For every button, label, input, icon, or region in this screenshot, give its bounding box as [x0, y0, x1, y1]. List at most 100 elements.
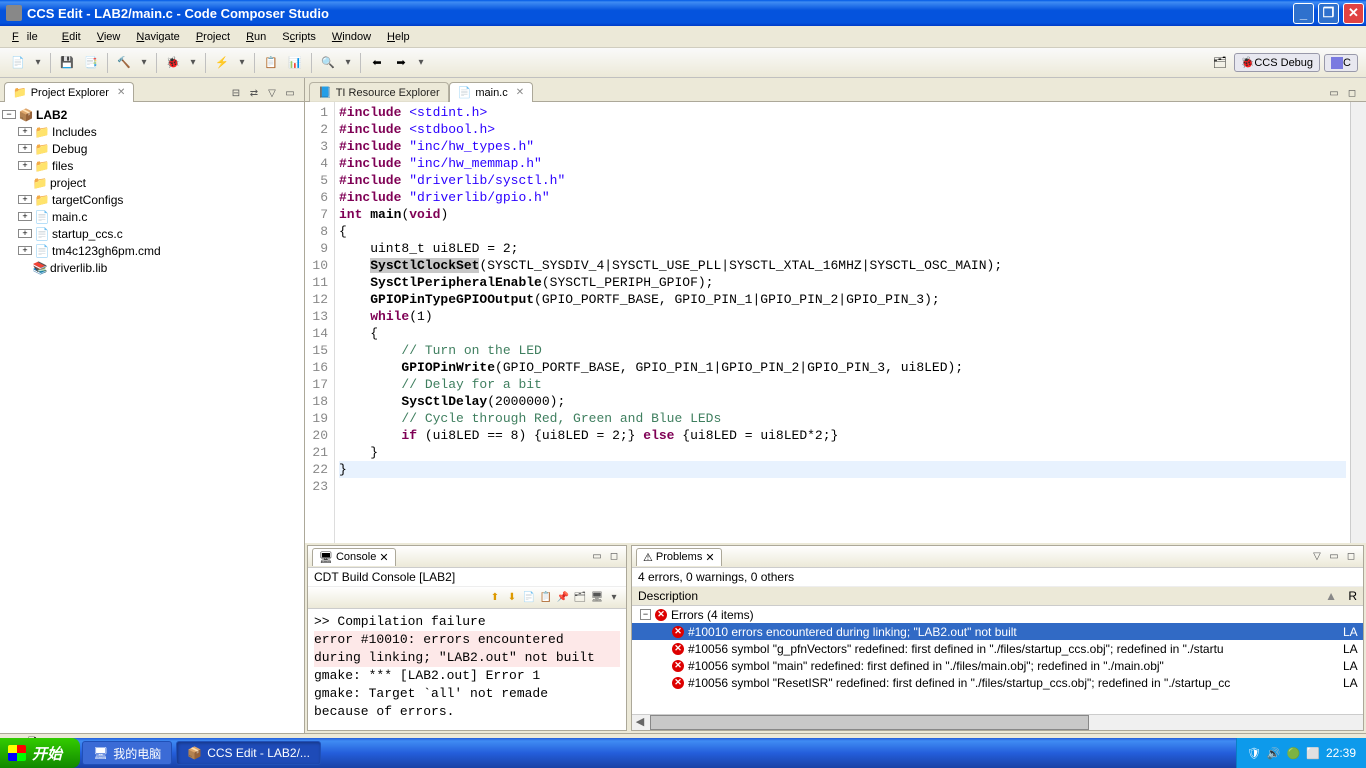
- expand-icon[interactable]: +: [18, 195, 32, 204]
- perspective-open-button[interactable]: 🗂: [1209, 52, 1231, 74]
- minimize-icon[interactable]: ▭: [589, 549, 605, 565]
- console-tab[interactable]: 🖥 Console ✕: [312, 548, 396, 566]
- tree-node[interactable]: 📚driverlib.lib: [2, 259, 302, 276]
- minimize-button[interactable]: _: [1293, 3, 1314, 24]
- tree-node[interactable]: +📁targetConfigs: [2, 191, 302, 208]
- project-tree[interactable]: − 📦 LAB2 +📁Includes+📁Debug+📁files📁projec…: [0, 102, 304, 733]
- close-icon[interactable]: ✕: [516, 87, 524, 98]
- horizontal-scrollbar[interactable]: ◀: [632, 714, 1363, 730]
- menu-window[interactable]: Window: [324, 29, 379, 45]
- close-icon[interactable]: ✕: [379, 551, 388, 564]
- taskbar-item-mycomputer[interactable]: 🖥 我的电脑: [82, 741, 172, 765]
- debug-button[interactable]: 🐞: [162, 52, 184, 74]
- expand-icon[interactable]: +: [18, 144, 32, 153]
- problem-row[interactable]: ✕#10056 symbol "g_pfnVectors" redefined:…: [632, 640, 1363, 657]
- tool-button[interactable]: 📋: [260, 52, 282, 74]
- collapse-icon[interactable]: −: [2, 110, 16, 119]
- expand-icon[interactable]: +: [18, 229, 32, 238]
- dropdown-icon[interactable]: ▾: [185, 55, 201, 71]
- perspective-c[interactable]: C: [1324, 54, 1358, 72]
- tray-icon[interactable]: 🛡: [1247, 747, 1261, 760]
- minimize-icon[interactable]: ▭: [1326, 85, 1342, 101]
- save-all-button[interactable]: 📑: [80, 52, 102, 74]
- problems-group[interactable]: − ✕ Errors (4 items): [632, 606, 1363, 623]
- perspective-ccs-debug[interactable]: 🐞 CCS Debug: [1234, 53, 1320, 72]
- problem-row[interactable]: ✕#10056 symbol "ResetISR" redefined: fir…: [632, 674, 1363, 691]
- expand-icon[interactable]: +: [18, 212, 32, 221]
- dropdown-icon[interactable]: ▾: [136, 55, 152, 71]
- menu-project[interactable]: Project: [188, 29, 238, 45]
- menu-view[interactable]: View: [89, 29, 129, 45]
- maximize-icon[interactable]: ◻: [1344, 85, 1360, 101]
- close-icon[interactable]: ✕: [117, 87, 125, 98]
- tool-button[interactable]: 📊: [284, 52, 306, 74]
- code-content[interactable]: #include <stdint.h> #include <stdbool.h>…: [335, 102, 1350, 543]
- back-button[interactable]: ⬅: [366, 52, 388, 74]
- tool-icon[interactable]: 🗂: [572, 590, 588, 606]
- tray-icon[interactable]: 🔊: [1267, 747, 1281, 760]
- tree-node[interactable]: 📁project: [2, 174, 302, 191]
- expand-icon[interactable]: +: [18, 246, 32, 255]
- tree-node[interactable]: +📁Debug: [2, 140, 302, 157]
- tree-node[interactable]: +📄startup_ccs.c: [2, 225, 302, 242]
- code-editor[interactable]: 1234567891011121314151617181920212223 #i…: [305, 102, 1366, 543]
- problem-row[interactable]: ✕#10056 symbol "main" redefined: first d…: [632, 657, 1363, 674]
- build-button[interactable]: 🔨: [113, 52, 135, 74]
- new-button[interactable]: 📄: [7, 52, 29, 74]
- menu-navigate[interactable]: Navigate: [128, 29, 187, 45]
- tray-icon[interactable]: ⬜: [1306, 747, 1320, 760]
- collapse-icon[interactable]: ⊟: [228, 85, 244, 101]
- tree-node[interactable]: +📄tm4c123gh6pm.cmd: [2, 242, 302, 259]
- expand-icon[interactable]: +: [18, 161, 32, 170]
- menu-run[interactable]: Run: [238, 29, 274, 45]
- pin-icon[interactable]: 📌: [555, 590, 571, 606]
- menu-edit[interactable]: Edit: [54, 29, 89, 45]
- tree-node[interactable]: +📄main.c: [2, 208, 302, 225]
- tab-main-c[interactable]: 📄 main.c ✕: [449, 82, 534, 102]
- link-icon[interactable]: ⇄: [246, 85, 262, 101]
- dropdown-icon[interactable]: ▾: [234, 55, 250, 71]
- save-button[interactable]: 💾: [56, 52, 78, 74]
- tree-node[interactable]: +📁Includes: [2, 123, 302, 140]
- project-explorer-tab[interactable]: 📁 Project Explorer ✕: [4, 82, 134, 102]
- menu-icon[interactable]: ▽: [264, 85, 280, 101]
- menu-file[interactable]: File: [4, 29, 54, 45]
- minimize-icon[interactable]: ▭: [282, 85, 298, 101]
- taskbar-item-ccs[interactable]: 📦 CCS Edit - LAB2/...: [176, 741, 321, 765]
- menu-icon[interactable]: ▾: [606, 590, 622, 606]
- tree-root[interactable]: − 📦 LAB2: [2, 106, 302, 123]
- lock-icon[interactable]: 📋: [538, 590, 554, 606]
- system-tray[interactable]: 🛡 🔊 🟢 ⬜ 22:39: [1236, 738, 1366, 768]
- tab-resource-explorer[interactable]: 📘 TI Resource Explorer: [309, 82, 449, 102]
- minimize-icon[interactable]: ▭: [1326, 549, 1342, 565]
- clear-icon[interactable]: 📄: [521, 590, 537, 606]
- clock[interactable]: 22:39: [1326, 746, 1356, 760]
- menu-icon[interactable]: ▽: [1309, 549, 1325, 565]
- tree-node[interactable]: +📁files: [2, 157, 302, 174]
- maximize-button[interactable]: ❐: [1318, 3, 1339, 24]
- dropdown-icon[interactable]: ▾: [340, 55, 356, 71]
- maximize-icon[interactable]: ◻: [606, 549, 622, 565]
- forward-button[interactable]: ➡: [390, 52, 412, 74]
- close-icon[interactable]: ✕: [705, 551, 714, 564]
- problem-row[interactable]: ✕#10010 errors encountered during linkin…: [632, 623, 1363, 640]
- tray-icon[interactable]: 🟢: [1287, 747, 1301, 760]
- down-icon[interactable]: ⬇: [504, 590, 520, 606]
- start-button[interactable]: 开始: [0, 738, 80, 768]
- expand-icon[interactable]: +: [18, 127, 32, 136]
- problems-tab[interactable]: ⚠ Problems ✕: [636, 548, 722, 566]
- display-icon[interactable]: 🖥: [589, 590, 605, 606]
- maximize-icon[interactable]: ◻: [1343, 549, 1359, 565]
- up-icon[interactable]: ⬆: [487, 590, 503, 606]
- vertical-scrollbar[interactable]: [1350, 102, 1366, 543]
- dropdown-icon[interactable]: ▾: [30, 55, 46, 71]
- collapse-icon[interactable]: −: [640, 609, 651, 620]
- dropdown-icon[interactable]: ▾: [413, 55, 429, 71]
- close-button[interactable]: ✕: [1343, 3, 1364, 24]
- console-output[interactable]: >> Compilation failure error #10010: err…: [308, 609, 626, 730]
- problems-columns[interactable]: Description ▲ R: [632, 587, 1363, 606]
- search-button[interactable]: 🔍: [317, 52, 339, 74]
- menu-scripts[interactable]: Scripts: [274, 29, 324, 45]
- menu-help[interactable]: Help: [379, 29, 418, 45]
- flash-button[interactable]: ⚡: [211, 52, 233, 74]
